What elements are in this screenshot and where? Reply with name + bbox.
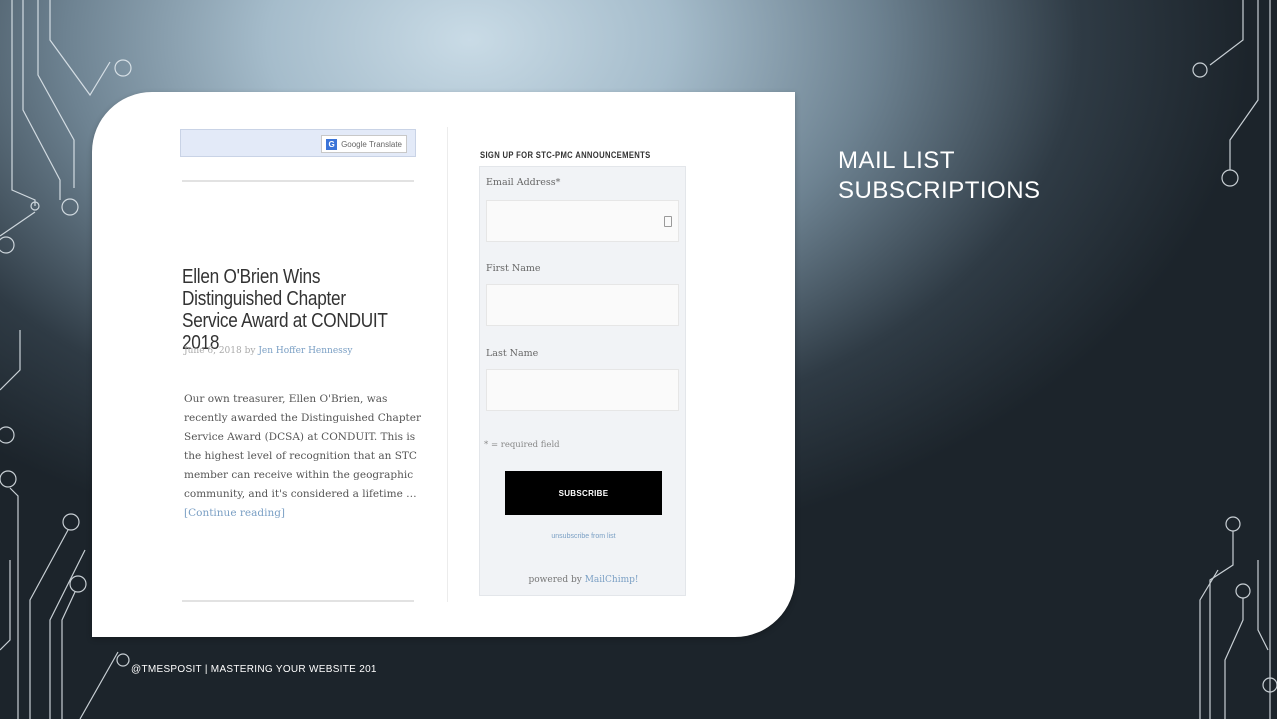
- divider-bottom: [182, 600, 414, 602]
- email-field[interactable]: [486, 200, 679, 242]
- translate-bar: G Google Translate: [180, 129, 416, 157]
- required-field-note: * = required field: [484, 440, 560, 450]
- powered-by-text: powered by: [528, 575, 582, 585]
- slide-title: MAIL LIST SUBSCRIPTIONS: [838, 146, 1041, 206]
- continue-reading-link[interactable]: [Continue reading]: [184, 507, 285, 519]
- post-meta: June 6, 2018 by Jen Hoffer Hennessy: [184, 346, 353, 356]
- mailchimp-link[interactable]: MailChimp!: [585, 575, 639, 585]
- last-name-field[interactable]: [486, 369, 679, 411]
- post-excerpt-text: Our own treasurer, Ellen O'Brien, was re…: [184, 393, 421, 500]
- google-translate-label: Google Translate: [341, 139, 402, 149]
- post-excerpt: Our own treasurer, Ellen O'Brien, was re…: [184, 390, 424, 523]
- slide-title-line1: MAIL LIST: [838, 147, 955, 174]
- last-name-label: Last Name: [486, 348, 539, 359]
- email-label: Email Address*: [486, 177, 561, 188]
- slide-footer: @TMESPOSIT | MASTERING YOUR WEBSITE 201: [131, 664, 377, 675]
- google-translate-icon: G: [326, 138, 338, 150]
- post-date: June 6, 2018 by: [184, 346, 256, 356]
- post-title[interactable]: Ellen O'Brien Wins Distinguished Chapter…: [182, 266, 388, 354]
- subscribe-button[interactable]: SUBSCRIBE: [505, 471, 662, 515]
- autofill-icon: [664, 216, 672, 227]
- divider-top: [182, 180, 414, 182]
- website-screenshot-card: G Google Translate Ellen O'Brien Wins Di…: [92, 92, 795, 637]
- first-name-label: First Name: [486, 263, 541, 274]
- first-name-field[interactable]: [486, 284, 679, 326]
- google-translate-widget[interactable]: G Google Translate: [321, 135, 407, 153]
- powered-by: powered by MailChimp!: [480, 575, 687, 585]
- signup-heading: SIGN UP FOR STC-PMC ANNOUNCEMENTS: [480, 150, 651, 160]
- column-divider: [447, 127, 448, 602]
- unsubscribe-link[interactable]: unsubscribe from list: [480, 533, 687, 540]
- signup-form: Email Address* First Name Last Name * = …: [479, 166, 686, 596]
- post-author-link[interactable]: Jen Hoffer Hennessy: [258, 346, 352, 356]
- slide-title-line2: SUBSCRIPTIONS: [838, 177, 1041, 204]
